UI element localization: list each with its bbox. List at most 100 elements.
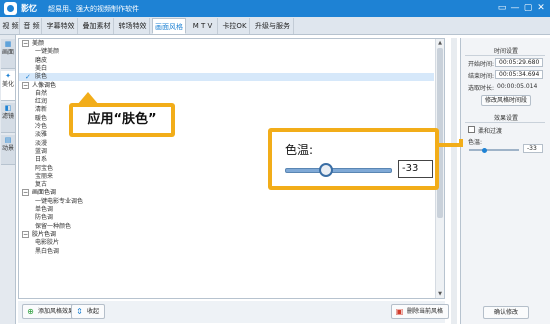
skin-icon[interactable]: ▭: [496, 2, 508, 14]
list-item-label: 磨皮: [35, 56, 48, 64]
collapse-button[interactable]: ⇕ 收起: [71, 304, 106, 319]
settings-panel: 时间设置 开始时间: 00:05:29.680 结束时间: 00:05:34.6…: [460, 38, 550, 324]
sidetab-filter[interactable]: ◧ 滤镜: [1, 103, 15, 133]
list-item[interactable]: 一键电影专业调色: [19, 198, 434, 206]
sidetab-motion[interactable]: ▤ 动景: [1, 135, 15, 165]
apply-callout: 应用“肤色”: [69, 103, 175, 137]
start-time-label: 开始时间:: [468, 61, 495, 68]
app-name: 影忆: [21, 4, 37, 13]
collapse-toggle-icon[interactable]: −: [22, 40, 29, 47]
list-group-header[interactable]: − 人像调色: [19, 81, 434, 90]
list-item-label: 单色调: [35, 206, 54, 213]
checkmark-icon: ✓: [25, 73, 31, 82]
tab-video[interactable]: 视 频: [2, 18, 20, 34]
list-item-label: 画面色调: [32, 189, 57, 197]
list-item-label: 胶片色调: [32, 230, 57, 238]
time-settings-heading: 时间设置: [493, 48, 518, 55]
scroll-up-icon[interactable]: ▲: [436, 39, 444, 47]
list-item-label: 一键电影专业调色: [35, 197, 84, 205]
list-group-header[interactable]: − 胶片色调: [19, 230, 434, 239]
tab-picture-style[interactable]: 画面风格: [152, 18, 186, 34]
list-item[interactable]: 单色调: [19, 206, 434, 214]
collapse-toggle-icon[interactable]: −: [22, 81, 29, 89]
close-button[interactable]: ✕: [535, 2, 547, 14]
list-item-label: 美颜: [32, 40, 45, 47]
delete-style-button[interactable]: ▣ 删除当前风格: [391, 304, 450, 319]
sidetab-picture[interactable]: ▦ 画面: [1, 39, 15, 69]
tab-subtitle-effects[interactable]: 字幕特效: [44, 18, 78, 34]
tab-overlay[interactable]: 叠加素材: [80, 18, 114, 34]
list-item-label: 防色调: [35, 214, 54, 222]
section-divider: [465, 55, 545, 56]
list-item[interactable]: ✓ 肤色: [19, 73, 434, 82]
tab-transitions[interactable]: 转场特效: [116, 18, 150, 34]
list-item-label: 人像调色: [32, 81, 57, 89]
list-item-label: 蓝调: [35, 147, 48, 155]
list-group-header[interactable]: − 美颜: [19, 40, 434, 48]
end-time-label: 结束时间:: [468, 73, 495, 80]
scroll-down-icon[interactable]: ▼: [436, 290, 444, 298]
end-time-field[interactable]: 00:05:34.694: [495, 70, 543, 79]
zoom-slider-thumb: [319, 163, 333, 177]
motion-icon: ▤: [4, 136, 12, 144]
effect-settings-heading: 效果设置: [493, 115, 518, 122]
zoom-callout-body: 色温: -33: [272, 132, 435, 186]
list-item-label: 暖色: [35, 114, 48, 122]
title-bar: 影忆 超易用、强大的视频制作软件 ▭ — ▢ ✕: [0, 0, 550, 17]
list-item-label: 冷色: [35, 123, 48, 130]
sidetab-beautify[interactable]: ✦ 美化: [1, 71, 15, 101]
list-item-label: 复古: [35, 181, 48, 189]
list-item[interactable]: 一键美颜: [19, 48, 434, 56]
maximize-button[interactable]: ▢: [522, 2, 534, 14]
filter-icon: ◧: [4, 104, 12, 112]
list-item[interactable]: 电影胶片: [19, 239, 434, 247]
list-item-label: 清新: [35, 106, 48, 114]
confirm-modify-button[interactable]: 确认修改: [483, 306, 529, 319]
list-item[interactable]: 美白: [19, 65, 434, 73]
soft-transition-checkbox[interactable]: [468, 126, 475, 133]
collapse-label: 收起: [87, 308, 100, 315]
panel-splitter[interactable]: [451, 38, 457, 324]
app-logo-icon: [4, 2, 17, 15]
list-item-label: 一键美颜: [35, 48, 60, 56]
color-temp-field[interactable]: -33: [523, 144, 543, 153]
modify-time-button[interactable]: 修改风格时间段: [481, 95, 531, 106]
list-item-label: 阿宝色: [35, 164, 54, 172]
zoom-color-temp-label: 色温:: [285, 143, 314, 157]
collapse-toggle-icon[interactable]: −: [22, 189, 29, 197]
list-item-label: 红润: [35, 98, 48, 106]
color-temp-slider-thumb[interactable]: [482, 148, 487, 153]
sidetab-label: 动景: [1, 145, 14, 152]
zoom-callout: 色温: -33: [268, 128, 439, 190]
tab-audio[interactable]: 音 频: [22, 18, 42, 34]
soft-transition-label: 柔和过渡: [478, 128, 503, 135]
minimize-button[interactable]: —: [509, 2, 521, 14]
list-item-label: 电影胶片: [35, 239, 60, 247]
sidetab-label: 美化: [1, 81, 14, 88]
tab-upgrade-service[interactable]: 升级与服务: [252, 18, 294, 34]
delete-icon: ▣: [395, 307, 404, 316]
list-item[interactable]: 防色调: [19, 214, 434, 222]
start-time-field[interactable]: 00:05:29.680: [495, 58, 543, 67]
callout-text: 应用“肤色”: [73, 107, 171, 133]
tab-mtv[interactable]: M T V: [188, 18, 218, 34]
list-item-label: 宝丽来: [35, 172, 54, 180]
color-temp-slider[interactable]: [469, 149, 519, 151]
collapse-toggle-icon[interactable]: −: [22, 230, 29, 238]
list-group-header[interactable]: − 画面色调: [19, 189, 434, 197]
picture-icon: ▦: [4, 40, 12, 48]
list-toolbar: ⊕ 添加风格效果 ⇕ 收起 ▣ 删除当前风格: [18, 301, 450, 323]
list-item[interactable]: 黑白色调: [19, 248, 434, 256]
list-item-label: 肤色: [35, 73, 48, 81]
list-item-label: 黑白色调: [35, 247, 60, 255]
side-tab-bar: ▦ 画面 ✦ 美化 ◧ 滤镜 ▤ 动景: [0, 35, 16, 324]
list-item[interactable]: 保留一种颜色: [19, 223, 434, 231]
add-style-label: 添加风格效果: [38, 308, 75, 315]
section-divider: [465, 122, 545, 123]
list-item-label: 淡漫: [35, 139, 48, 147]
list-item[interactable]: 磨皮: [19, 57, 434, 65]
duration-label: 选取时长:: [468, 85, 495, 92]
delete-style-label: 删除当前风格: [407, 308, 444, 315]
tab-karaoke[interactable]: 卡拉OK: [220, 18, 250, 34]
list-item-label: 保留一种颜色: [35, 222, 72, 230]
